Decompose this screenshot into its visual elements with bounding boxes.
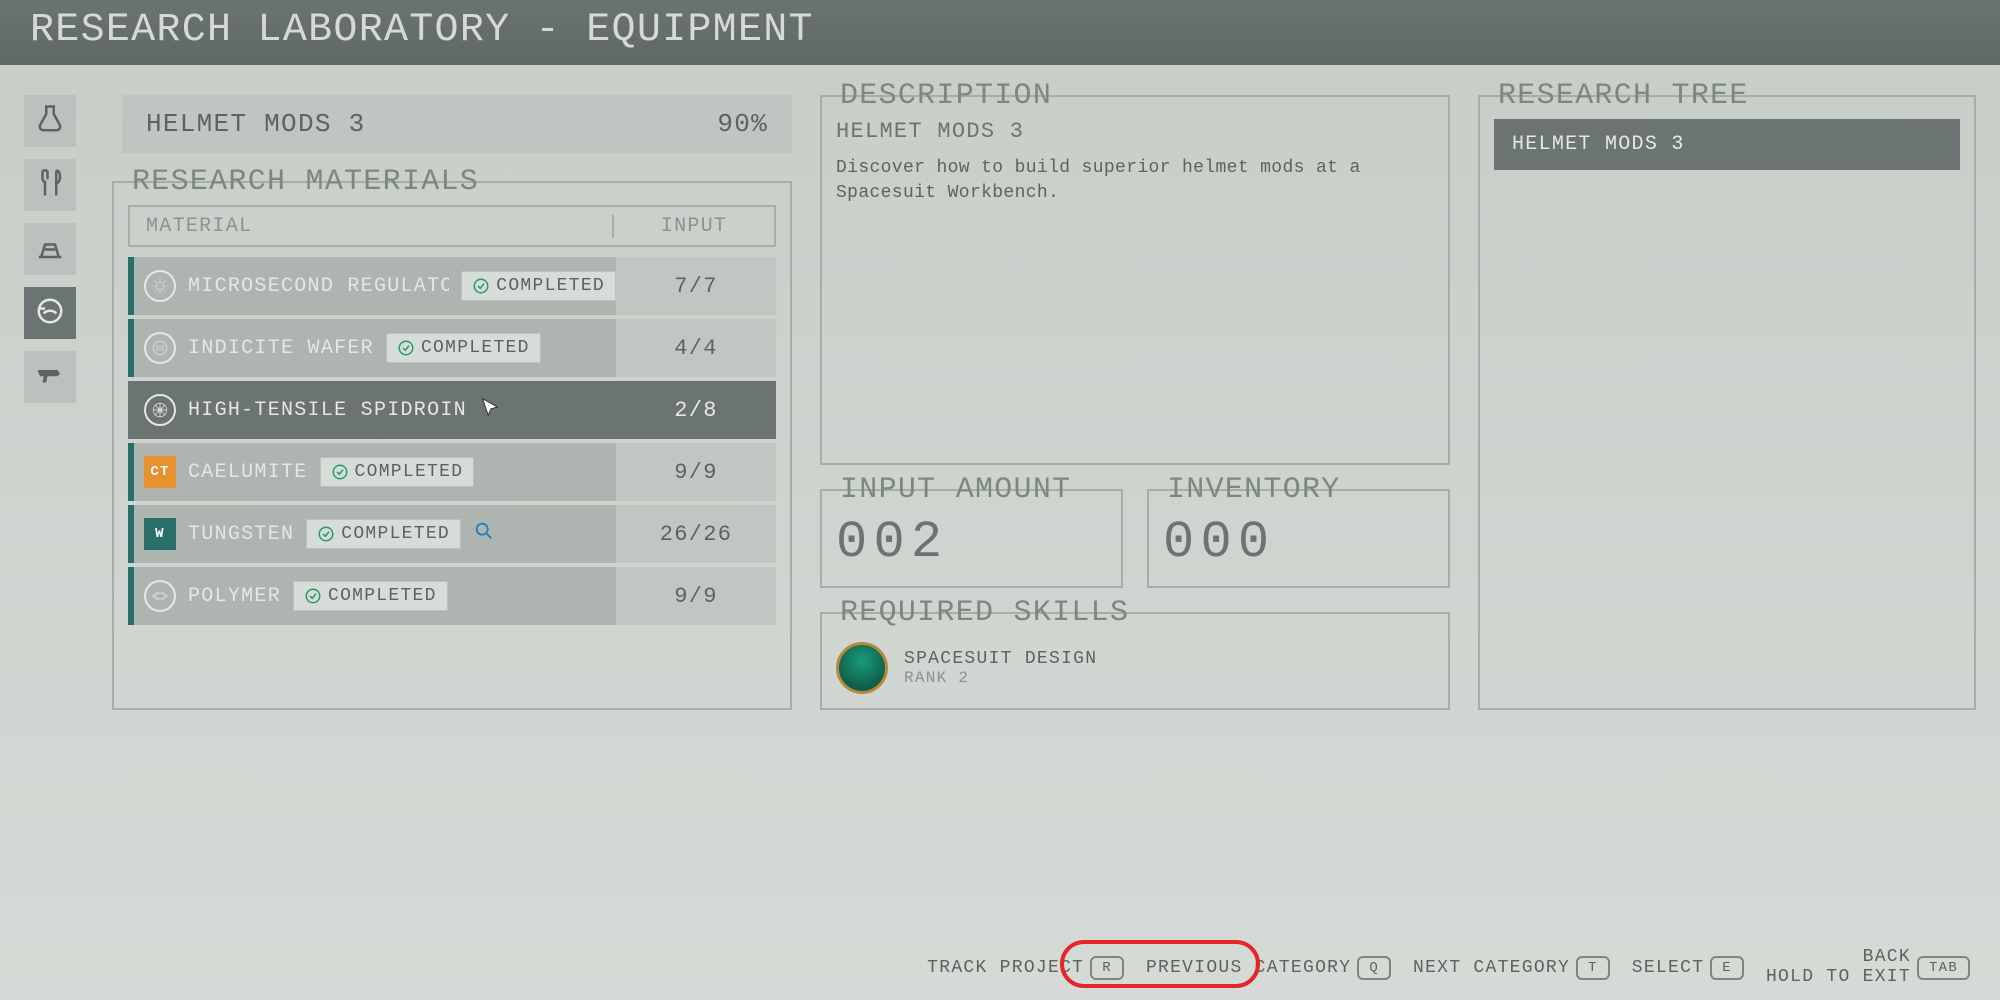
- materials-header-row: MATERIAL INPUT: [128, 205, 776, 247]
- polymer-icon: [144, 580, 176, 612]
- page-title: RESEARCH LABORATORY - EQUIPMENT: [0, 0, 2000, 65]
- gun-icon: [35, 360, 65, 395]
- material-input: 9/9: [616, 443, 776, 501]
- material-input: 7/7: [616, 257, 776, 315]
- material-name: MICROSECOND REGULATOR: [188, 275, 449, 298]
- material-name: HIGH-TENSILE SPIDROIN: [188, 399, 467, 422]
- research-tree-item[interactable]: HELMET MODS 3: [1494, 119, 1960, 170]
- footer-hints: TRACK PROJECTR PREVIOUS CATEGORYQ NEXT C…: [927, 948, 1970, 988]
- inventory-value: 000: [1163, 513, 1434, 572]
- completed-badge: COMPLETED: [293, 581, 448, 611]
- materials-col-material: MATERIAL: [130, 215, 614, 238]
- completed-badge: COMPLETED: [461, 271, 616, 301]
- research-tree-legend: RESEARCH TREE: [1490, 79, 1757, 113]
- material-input: 9/9: [616, 567, 776, 625]
- material-name: CAELUMITE: [188, 461, 308, 484]
- material-row-selected[interactable]: HIGH-TENSILE SPIDROIN 2/8: [128, 381, 776, 439]
- key-tab: TAB: [1917, 956, 1970, 980]
- materials-panel: RESEARCH MATERIALS MATERIAL INPUT MICROS…: [112, 181, 792, 710]
- input-amount-value: 002: [836, 513, 1107, 572]
- completed-badge: COMPLETED: [320, 457, 475, 487]
- material-row[interactable]: MICROSECOND REGULATOR COMPLETED 7/7: [128, 257, 776, 315]
- project-header[interactable]: HELMET MODS 3 90%: [122, 95, 792, 153]
- tag-icon[interactable]: [473, 520, 495, 549]
- materials-legend: RESEARCH MATERIALS: [124, 165, 487, 199]
- key-r: R: [1090, 956, 1124, 980]
- key-e: E: [1710, 956, 1744, 980]
- key-t: T: [1576, 956, 1610, 980]
- material-input: 26/26: [616, 505, 776, 563]
- description-title: HELMET MODS 3: [836, 119, 1434, 144]
- category-sidebar: [24, 95, 84, 710]
- category-outpost-button[interactable]: [24, 223, 76, 275]
- materials-col-input: INPUT: [614, 215, 774, 238]
- material-input: 2/8: [616, 381, 776, 439]
- next-category-button[interactable]: NEXT CATEGORYT: [1413, 956, 1610, 980]
- material-name: INDICITE WAFER: [188, 337, 374, 360]
- select-button[interactable]: SELECTE: [1632, 956, 1744, 980]
- input-amount-panel: INPUT AMOUNT 002: [820, 489, 1123, 588]
- project-progress: 90%: [717, 109, 768, 139]
- material-row[interactable]: W TUNGSTEN COMPLETED 26/26: [128, 505, 776, 563]
- category-food-button[interactable]: [24, 159, 76, 211]
- flask-icon: [35, 104, 65, 139]
- category-equipment-button[interactable]: [24, 287, 76, 339]
- track-project-button[interactable]: TRACK PROJECTR: [927, 956, 1124, 980]
- inventory-panel: INVENTORY 000: [1147, 489, 1450, 588]
- regulator-icon: [144, 270, 176, 302]
- material-row[interactable]: INDICITE WAFER COMPLETED 4/4: [128, 319, 776, 377]
- research-tree-panel: RESEARCH TREE HELMET MODS 3: [1478, 95, 1976, 710]
- skill-rank: RANK 2: [904, 669, 1097, 687]
- description-legend: DESCRIPTION: [832, 79, 1060, 113]
- outpost-icon: [35, 232, 65, 267]
- material-input: 4/4: [616, 319, 776, 377]
- back-exit-button[interactable]: BACK HOLD TO EXIT TAB: [1766, 948, 1970, 988]
- material-row[interactable]: CT CAELUMITE COMPLETED 9/9: [128, 443, 776, 501]
- spacesuit-design-skill-icon: [836, 642, 888, 694]
- category-pharmacology-button[interactable]: [24, 95, 76, 147]
- material-name: TUNGSTEN: [188, 523, 294, 546]
- key-q: Q: [1357, 956, 1391, 980]
- description-body: Discover how to build superior helmet mo…: [836, 156, 1434, 206]
- input-amount-legend: INPUT AMOUNT: [832, 473, 1079, 507]
- material-row[interactable]: POLYMER COMPLETED 9/9: [128, 567, 776, 625]
- caelumite-icon: CT: [144, 456, 176, 488]
- skills-legend: REQUIRED SKILLS: [832, 596, 1137, 630]
- helmet-icon: [35, 296, 65, 331]
- completed-badge: COMPLETED: [386, 333, 541, 363]
- spidroin-icon: [144, 394, 176, 426]
- project-name: HELMET MODS 3: [146, 109, 365, 139]
- category-weaponry-button[interactable]: [24, 351, 76, 403]
- material-name: POLYMER: [188, 585, 281, 608]
- skills-panel: REQUIRED SKILLS SPACESUIT DESIGN RANK 2: [820, 612, 1450, 710]
- cursor-icon: [479, 396, 501, 425]
- description-panel: DESCRIPTION HELMET MODS 3 Discover how t…: [820, 95, 1450, 465]
- utensils-icon: [35, 168, 65, 203]
- wafer-icon: [144, 332, 176, 364]
- tungsten-icon: W: [144, 518, 176, 550]
- inventory-legend: INVENTORY: [1159, 473, 1349, 507]
- skill-name: SPACESUIT DESIGN: [904, 649, 1097, 669]
- completed-badge: COMPLETED: [306, 519, 461, 549]
- previous-category-button[interactable]: PREVIOUS CATEGORYQ: [1146, 956, 1391, 980]
